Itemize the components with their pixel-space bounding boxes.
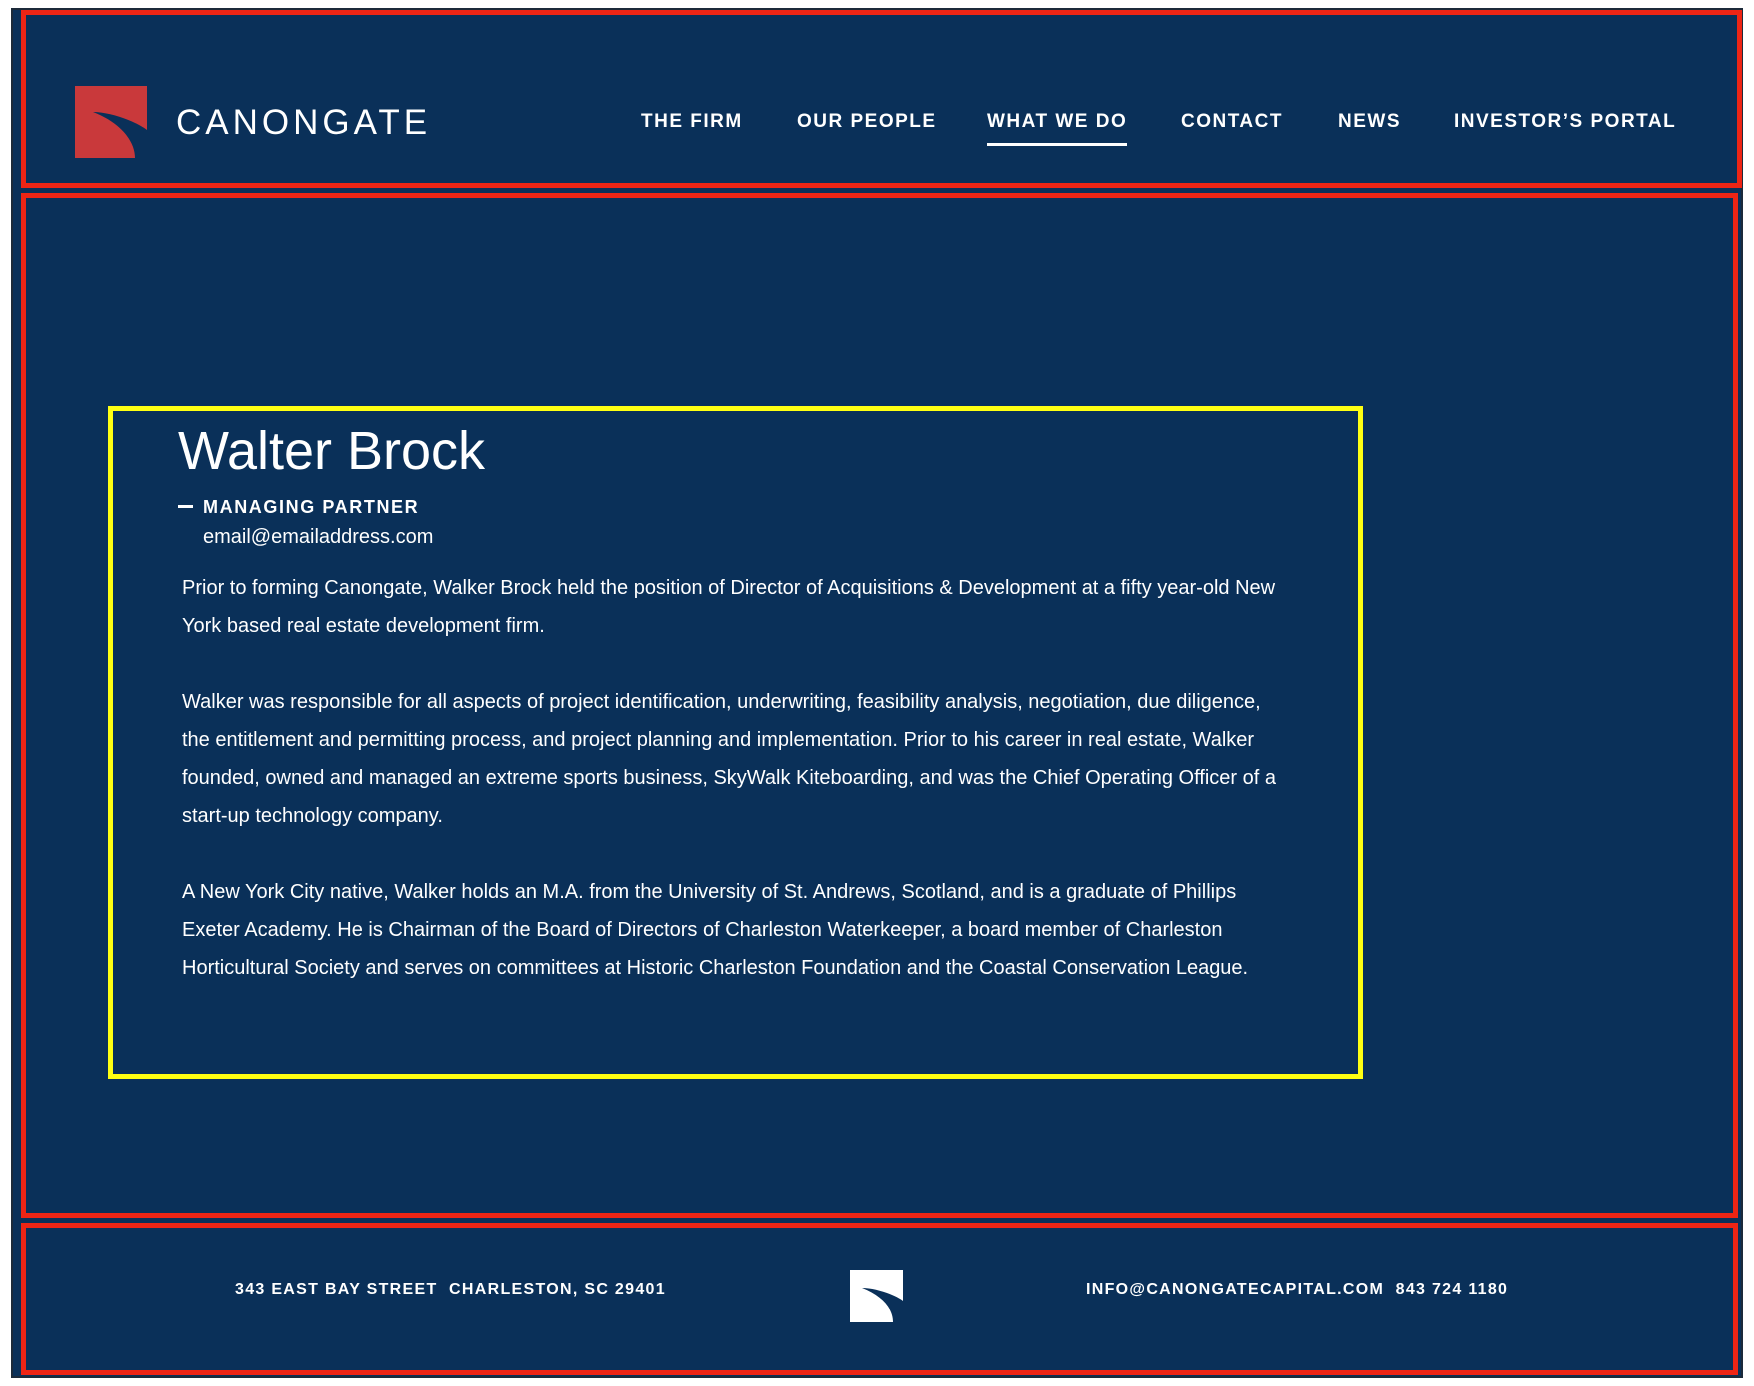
header-region-outline — [21, 10, 1742, 188]
bio-card-outline — [108, 406, 1363, 1079]
footer-region-outline — [21, 1223, 1738, 1375]
